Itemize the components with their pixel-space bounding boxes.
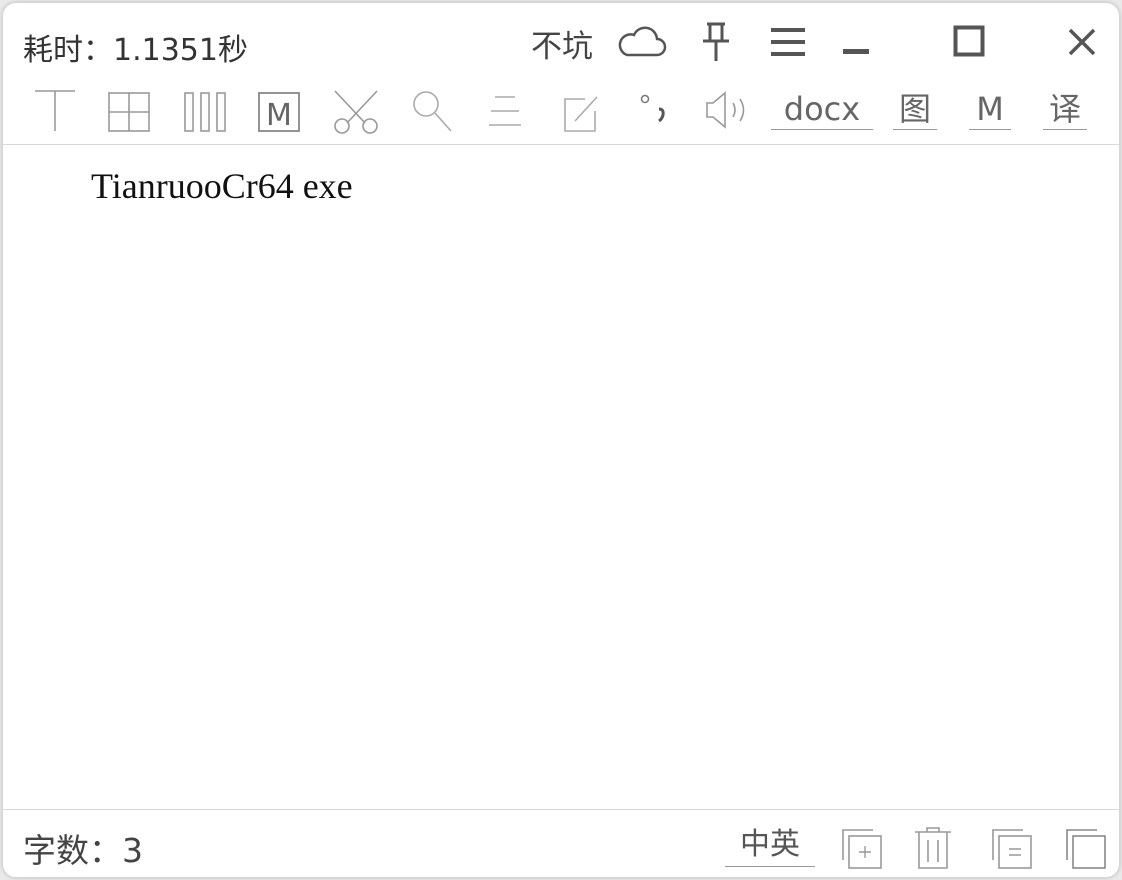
ocr-window: 耗时：1.1351秒 不坑 M docx 图 M 译 TianruooCr64 … [2,2,1120,878]
elapsed-time: 耗时：1.1351秒 [23,33,248,68]
cloud-icon[interactable] [615,23,667,59]
ocr-result-text[interactable]: TianruooCr64 exe [91,165,353,207]
trash-icon[interactable] [913,826,953,872]
edit-icon[interactable] [561,87,601,133]
text-area[interactable]: TianruooCr64 exe [3,145,1119,809]
copy-add-icon[interactable] [839,826,885,872]
cut-icon[interactable] [331,87,381,135]
word-count: 字数：3 [23,831,143,870]
statusbar: 字数：3 中英 [3,810,1119,877]
image-export-button[interactable]: 图 [893,89,937,130]
text-layout-icon[interactable] [33,87,77,133]
language-toggle[interactable]: 中英 [725,824,815,867]
close-icon[interactable] [1067,27,1097,57]
align-icon[interactable] [487,87,523,133]
menu-icon[interactable] [769,25,807,59]
markdown-button[interactable]: M [969,89,1011,130]
pin-icon[interactable] [699,21,733,63]
copy-equal-icon[interactable] [989,826,1035,872]
docx-export-button[interactable]: docx [771,89,873,130]
no-pit-button[interactable]: 不坑 [531,21,593,66]
grid-icon[interactable] [107,87,151,133]
translate-button[interactable]: 译 [1043,89,1087,130]
search-icon[interactable] [409,87,455,135]
markdown-box-icon[interactable]: M [257,87,301,133]
maximize-icon[interactable] [953,25,985,57]
columns-icon[interactable] [183,87,227,133]
svg-text:M: M [266,98,292,133]
toolbar: M docx 图 M 译 [3,81,1119,143]
punctuation-icon[interactable] [635,87,675,133]
copy-icon[interactable] [1063,826,1109,872]
minimize-icon[interactable] [843,47,869,55]
titlebar: 耗时：1.1351秒 不坑 [3,3,1119,81]
speaker-icon[interactable] [705,87,757,133]
